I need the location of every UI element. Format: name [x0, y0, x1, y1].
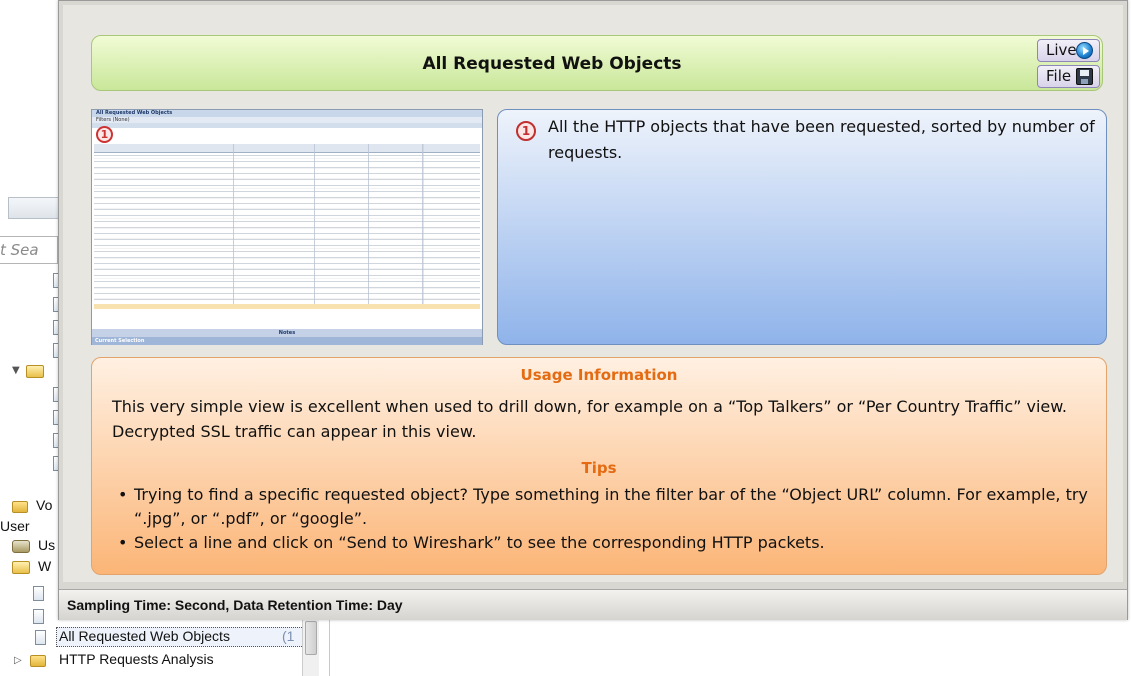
file-button[interactable]: File — [1037, 65, 1100, 88]
play-icon — [1076, 42, 1093, 59]
tree-search-input[interactable]: t Sea — [0, 236, 58, 264]
usage-text: This very simple view is excellent when … — [112, 397, 1067, 441]
collapse-arrow-icon[interactable]: ▷ — [14, 655, 22, 666]
thumbnail-window-title: All Requested Web Objects — [96, 110, 173, 116]
report-doc-icon — [33, 609, 44, 624]
tip-text: Select a line and click on “Send to Wire… — [134, 533, 825, 552]
folder-open-icon — [12, 561, 30, 574]
popup-status-bar: Sampling Time: Second, Data Retention Ti… — [59, 589, 1127, 620]
tree-item-label[interactable]: Us — [38, 537, 55, 553]
tree-item-label[interactable]: W — [38, 558, 51, 574]
thumbnail-notes-label: Notes — [278, 330, 296, 336]
tips-list: • Trying to find a specific requested obj… — [118, 483, 1088, 555]
description-box: 1 All the HTTP objects that have been re… — [497, 109, 1107, 345]
floppy-disk-icon — [1076, 68, 1093, 85]
tree-item-label[interactable]: All Requested Web Objects — [59, 628, 230, 644]
popup-content: All Requested Web Objects Live File All … — [63, 5, 1123, 582]
folder-open-icon — [26, 365, 44, 378]
live-button-label: Live — [1046, 41, 1077, 59]
bullet-icon: • — [118, 533, 128, 552]
tree-item-label[interactable]: HTTP Requests Analysis — [59, 651, 214, 667]
status-text: Sampling Time: Second, Data Retention Ti… — [67, 597, 403, 613]
usage-title: Usage Information — [520, 366, 678, 384]
tip-item: • Trying to find a specific requested obj… — [118, 483, 1088, 531]
report-preview-thumbnail: All Requested Web Objects Filters (None)… — [91, 109, 483, 345]
tip-item: • Select a line and click on “Send to Wir… — [118, 531, 1088, 555]
tree-item-count: (1 — [282, 628, 295, 644]
expand-arrow-icon[interactable]: ▼ — [12, 365, 20, 376]
callout-number-badge: 1 — [516, 121, 536, 141]
popup-title: All Requested Web Objects — [422, 54, 682, 74]
scrollbar-thumb[interactable] — [305, 621, 317, 655]
thumbnail-status-label: Current Selection — [95, 338, 145, 344]
popup-header: All Requested Web Objects Live File — [91, 35, 1103, 91]
tip-text: Trying to find a specific requested obje… — [134, 485, 1088, 528]
tree-item-label[interactable]: User — [0, 518, 30, 534]
file-button-label: File — [1046, 67, 1072, 85]
bullet-icon: • — [118, 485, 128, 504]
report-info-popup: All Requested Web Objects Live File All … — [58, 0, 1128, 620]
users-folder-icon — [12, 540, 30, 553]
tips-title: Tips — [581, 459, 617, 477]
folder-icon — [12, 501, 28, 513]
tree-scrollbar[interactable] — [302, 619, 319, 676]
description-text: All the HTTP objects that have been requ… — [548, 117, 1095, 162]
live-button[interactable]: Live — [1037, 39, 1100, 62]
usage-information-box: Usage Information This very simple view … — [91, 357, 1107, 575]
thumbnail-badge: 1 — [96, 126, 113, 143]
tree-item-label[interactable]: Vo — [36, 497, 52, 513]
report-doc-icon — [33, 586, 44, 601]
